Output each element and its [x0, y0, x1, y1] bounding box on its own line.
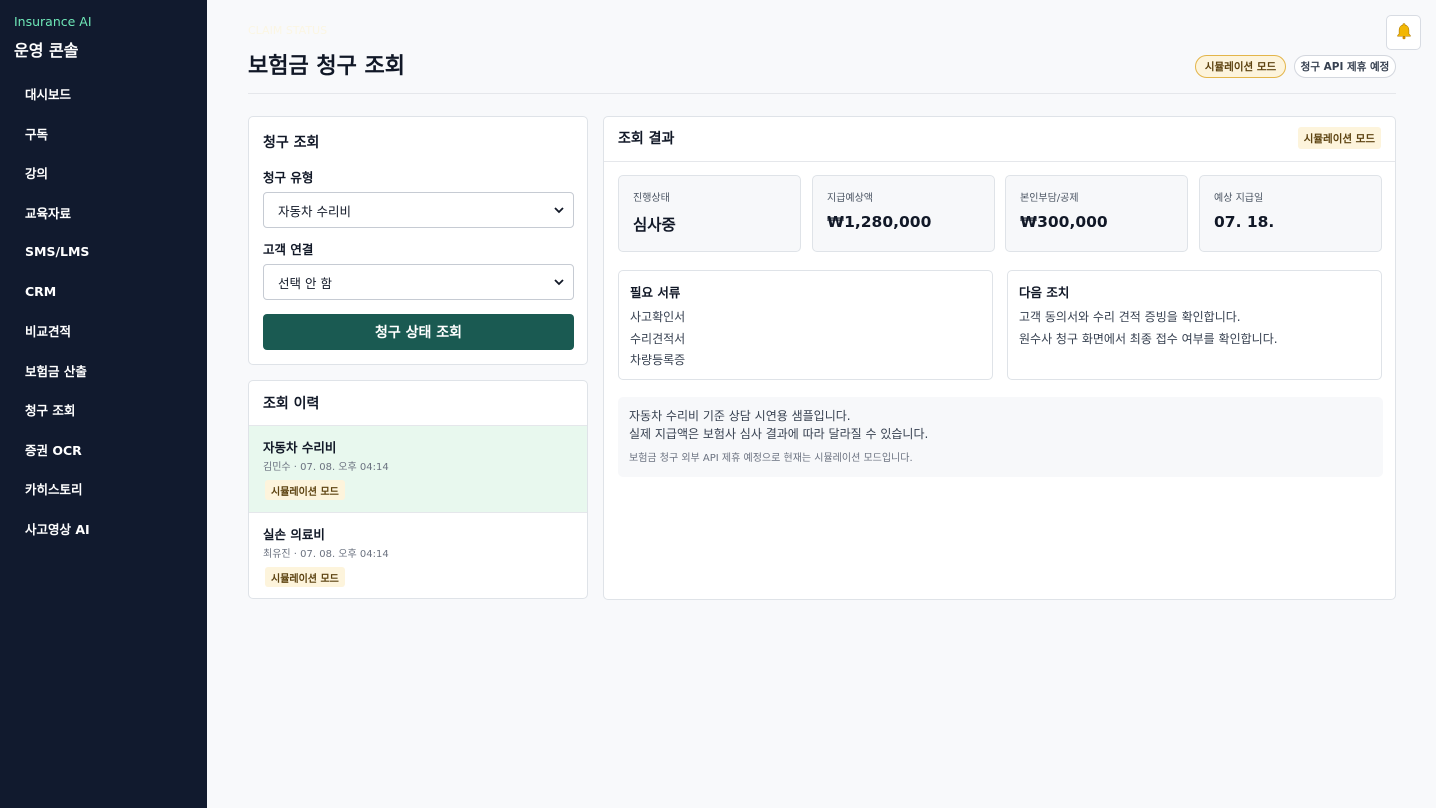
status-badge: 시뮬레이션 모드 — [1297, 127, 1381, 149]
history-item-title: 자동차 수리비 — [263, 440, 337, 455]
stat-progress: 진행상태 심사중 — [618, 175, 801, 252]
query-history-card: 조회 이력 자동차 수리비 김민수 · 07. 08. 오후 04:14 시뮬레… — [248, 380, 588, 599]
console-title: 운영 콘솔 — [14, 41, 79, 60]
customer-link-label: 고객 연결 — [263, 242, 314, 257]
stat-deductible: 본인부담/공제 ₩300,000 — [1005, 175, 1188, 252]
next-action-panel: 다음 조치 고객 동의서와 수리 견적 증빙을 확인합니다. 원수사 청구 화면… — [1007, 270, 1382, 380]
customer-link-select[interactable]: 선택 안 함 — [263, 264, 574, 300]
claim-status-query-button[interactable]: 청구 상태 조회 — [263, 314, 574, 350]
brand-label: Insurance AI — [14, 14, 92, 29]
header-divider — [248, 93, 1396, 94]
claim-type-select[interactable]: 자동차 수리비 — [263, 192, 574, 228]
sidebar-item-subscription[interactable]: 구독 — [0, 114, 207, 154]
sidebar-item-crm[interactable]: CRM — [0, 272, 207, 312]
query-result-card: 조회 결과 시뮬레이션 모드 진행상태 심사중 지급예상액 ₩1,280,000… — [603, 116, 1396, 600]
sidebar-item-lectures[interactable]: 강의 — [0, 153, 207, 193]
stat-value: ₩1,280,000 — [827, 213, 932, 231]
query-card-title: 청구 조회 — [263, 135, 320, 151]
api-pending-badge: 청구 API 제휴 예정 — [1294, 55, 1396, 78]
sidebar-item-accident-ai[interactable]: 사고영상 AI — [0, 509, 207, 549]
notification-button[interactable] — [1386, 15, 1421, 50]
stat-value: 07. 18. — [1214, 213, 1275, 231]
customer-link-value: 선택 안 함 — [278, 275, 332, 291]
list-item[interactable]: 자동차 수리비 김민수 · 07. 08. 오후 04:14 시뮬레이션 모드 — [249, 426, 587, 513]
stat-label: 본인부담/공제 — [1020, 193, 1079, 204]
stat-label: 지급예상액 — [827, 193, 873, 204]
stat-label: 진행상태 — [633, 193, 670, 204]
main-content: CLAIM STATUS 보험금 청구 조회 시뮬레이션 모드 청구 API 제… — [207, 0, 1436, 808]
history-item-meta: 최유진 · 07. 08. 오후 04:14 — [263, 549, 389, 560]
history-item-meta: 김민수 · 07. 08. 오후 04:14 — [263, 462, 389, 473]
stat-value: ₩300,000 — [1020, 213, 1108, 231]
notice-line: 실제 지급액은 보험사 심사 결과에 따라 달라질 수 있습니다. — [629, 427, 929, 441]
claim-query-card: 청구 조회 청구 유형 자동차 수리비 고객 연결 선택 안 함 청구 상태 조… — [248, 116, 588, 365]
bell-icon — [1395, 22, 1413, 44]
sidebar-item-calc[interactable]: 보험금 산출 — [0, 351, 207, 391]
list-item[interactable]: 실손 의료비 최유진 · 07. 08. 오후 04:14 시뮬레이션 모드 — [249, 513, 587, 598]
chevron-down-icon — [554, 207, 564, 214]
claim-type-label: 청구 유형 — [263, 170, 314, 185]
result-title: 조회 결과 — [618, 131, 675, 147]
required-docs-title: 필요 서류 — [630, 285, 681, 300]
required-docs-panel: 필요 서류 사고확인서 수리견적서 차량등록증 — [618, 270, 993, 380]
result-header: 조회 결과 시뮬레이션 모드 — [604, 117, 1395, 162]
status-badge: 시뮬레이션 모드 — [265, 480, 345, 500]
list-item: 원수사 청구 화면에서 최종 접수 여부를 확인합니다. — [1019, 331, 1278, 346]
sidebar-nav: 대시보드 구독 강의 교육자료 SMS/LMS CRM 비교견적 보험금 산출 … — [0, 74, 207, 548]
chevron-down-icon — [554, 279, 564, 286]
history-title: 조회 이력 — [263, 396, 320, 412]
required-docs-list: 사고확인서 수리견적서 차량등록증 — [630, 307, 685, 372]
sidebar-item-carhistory[interactable]: 카히스토리 — [0, 469, 207, 509]
page-eyebrow: CLAIM STATUS — [248, 24, 328, 37]
sidebar-item-ocr[interactable]: 증권 OCR — [0, 430, 207, 470]
status-badge: 시뮬레이션 모드 — [265, 567, 345, 587]
list-item: 고객 동의서와 수리 견적 증빙을 확인합니다. — [1019, 310, 1241, 324]
sidebar-item-quotes[interactable]: 비교견적 — [0, 311, 207, 351]
stat-payout-date: 예상 지급일 07. 18. — [1199, 175, 1382, 252]
claim-type-value: 자동차 수리비 — [278, 203, 351, 219]
sidebar-item-materials[interactable]: 교육자료 — [0, 193, 207, 233]
history-item-title: 실손 의료비 — [263, 527, 325, 542]
history-header: 조회 이력 — [249, 381, 587, 426]
stat-value: 심사중 — [633, 216, 676, 234]
sidebar: Insurance AI 운영 콘솔 대시보드 구독 강의 교육자료 SMS/L… — [0, 0, 207, 808]
page-title: 보험금 청구 조회 — [248, 54, 405, 79]
list-item: 차량등록증 — [630, 353, 686, 367]
next-action-title: 다음 조치 — [1019, 285, 1070, 300]
list-item: 사고확인서 — [630, 310, 686, 324]
notice-small: 보험금 청구 외부 API 제휴 예정으로 현재는 시뮬레이션 모드입니다. — [629, 453, 913, 464]
notice-line: 자동차 수리비 기준 상담 시연용 샘플입니다. — [629, 409, 851, 423]
sample-notice: 자동차 수리비 기준 상담 시연용 샘플입니다. 실제 지급액은 보험사 심사 … — [618, 397, 1383, 477]
sidebar-item-sms[interactable]: SMS/LMS — [0, 232, 207, 272]
sidebar-item-dashboard[interactable]: 대시보드 — [0, 74, 207, 114]
stat-expected-payout: 지급예상액 ₩1,280,000 — [812, 175, 995, 252]
stat-label: 예상 지급일 — [1214, 193, 1264, 204]
simulation-mode-badge: 시뮬레이션 모드 — [1195, 55, 1286, 78]
sidebar-item-claims[interactable]: 청구 조회 — [0, 390, 207, 430]
next-action-list: 고객 동의서와 수리 견적 증빙을 확인합니다. 원수사 청구 화면에서 최종 … — [1019, 307, 1278, 350]
list-item: 수리견적서 — [630, 331, 686, 346]
